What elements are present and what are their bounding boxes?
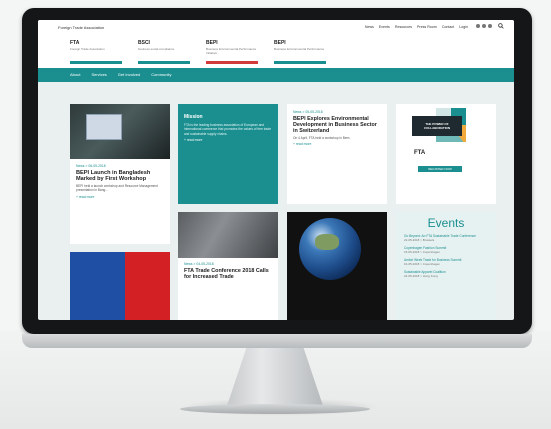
youtube-icon[interactable] [488,24,492,28]
event-meta: 16-05-2018 > Copenhagen [404,262,440,266]
tab-bsci[interactable]: BSCI business social compliance [138,40,190,64]
events-panel: Events Go Beyond: An FTA Sustainable Tra… [396,212,496,320]
tab-indicator [206,61,258,64]
event-item[interactable]: Go Beyond: An FTA Sustainable Trade Conf… [404,234,488,242]
news-title[interactable]: FTA Trade Conference 2018 Calls for Incr… [184,268,272,280]
eu-flag [70,252,125,320]
tab-title: BSCI [138,40,150,46]
monitor-stand-base [180,404,370,414]
top-nav: News Events Resources Press Room Contact… [365,25,468,29]
tab-subtitle: Foreign Trade Association [70,47,105,51]
news-title[interactable]: BEPI Launch in Bangladesh Marked by Firs… [76,170,164,182]
flags-card[interactable] [70,252,170,320]
tab-fta[interactable]: FTA Foreign Trade Association [70,40,122,64]
tab-subtitle: Business Environmental Performance Initi… [206,47,257,55]
news-excerpt: BEPI held a launch workshop and Resource… [76,184,158,193]
monitor-chin [22,334,532,348]
event-meta: 22-05-2018 > Brussels [404,238,435,242]
top-nav-press[interactable]: Press Room [417,25,437,29]
event-item[interactable]: Copenhagen Fashion Summit 15-05-2018 > C… [404,246,488,254]
mission-card[interactable]: Mission FTA is the leading business asso… [178,104,278,204]
nav-services[interactable]: Services [91,72,106,77]
twitter-icon[interactable] [482,24,486,28]
top-nav-login[interactable]: Login [459,25,468,29]
tab-title: FTA [70,40,80,46]
banner-text: THE POWER OF COLLABORATION [423,122,451,130]
news-title[interactable]: BEPI Explores Environmental Development … [293,116,381,134]
tab-bepi-2[interactable]: BEPI Business Environmental Performance [274,40,326,64]
collaboration-banner[interactable]: THE POWER OF COLLABORATION FTA REGISTER … [396,104,496,204]
top-nav-news[interactable]: News [365,25,374,29]
china-flag [125,252,170,320]
read-more-link[interactable]: + read more [76,195,164,199]
globe-image [287,212,387,320]
top-nav-contact[interactable]: Contact [442,25,454,29]
tab-title: BEPI [274,40,286,46]
event-meta: 15-05-2018 > Copenhagen [404,250,440,254]
top-nav-events[interactable]: Events [379,25,390,29]
news-excerpt: On 4 April, FTA held a workshop in Bern. [293,136,351,140]
mission-read-more[interactable]: + read more [184,138,272,142]
events-title: Events [427,216,465,230]
nav-about[interactable]: About [70,72,80,77]
event-meta: 22-05-2018 > Hong Kong [404,274,438,278]
projection-screen [86,114,122,140]
event-item[interactable]: Amfori Week Trade for Business Summit 16… [404,258,488,266]
linkedin-icon[interactable] [476,24,480,28]
news-date: News > 06-05-2018 [76,164,106,168]
tab-indicator [138,61,190,64]
news-card-switzerland[interactable]: News > 05-05-2018 BEPI Explores Environm… [287,104,387,204]
mission-title: Mission [184,114,203,120]
mission-body: FTA is the leading business association … [184,123,271,136]
workshop-photo [70,104,170,159]
register-button[interactable]: REGISTER NOW [418,166,462,172]
news-card-bangladesh[interactable]: News > 06-05-2018 BEPI Launch in Banglad… [70,104,170,244]
banner-dark-panel: THE POWER OF COLLABORATION [412,116,462,136]
social-icons [476,24,492,28]
read-more-link[interactable]: + read more [293,142,381,146]
tab-title: BEPI [206,40,218,46]
fta-logo: FTA [414,150,426,156]
conference-photo [178,212,278,258]
initiative-tabs: FTA Foreign Trade Association BSCI busin… [38,36,514,68]
land-shape [315,234,339,250]
search-icon[interactable] [498,23,504,29]
news-date: News > 05-05-2018 [293,110,323,114]
nav-get-involved[interactable]: Get Involved [118,72,140,77]
content-grid: News > 06-05-2018 BEPI Launch in Banglad… [70,92,506,320]
nav-community[interactable]: Community [151,72,171,77]
eu-china-flags [70,252,170,320]
tab-indicator [70,61,122,64]
tab-indicator [274,61,326,64]
top-nav-resources[interactable]: Resources [395,25,412,29]
news-card-conference[interactable]: News > 04-05-2018 FTA Trade Conference 2… [178,212,278,320]
tab-subtitle: business social compliance [138,47,175,51]
top-bar: Foreign Trade Association News Events Re… [38,20,514,37]
news-date: News > 04-05-2018 [184,262,214,266]
event-item[interactable]: Sustainable Apparel Coalition 22-05-2018… [404,270,488,278]
screen: Foreign Trade Association News Events Re… [38,20,514,320]
brand-name[interactable]: Foreign Trade Association [58,25,104,30]
tab-bepi[interactable]: BEPI Business Environmental Performance … [206,40,258,64]
tab-subtitle: Business Environmental Performance [274,47,325,51]
main-nav: About Services Get Involved Community [38,68,514,82]
